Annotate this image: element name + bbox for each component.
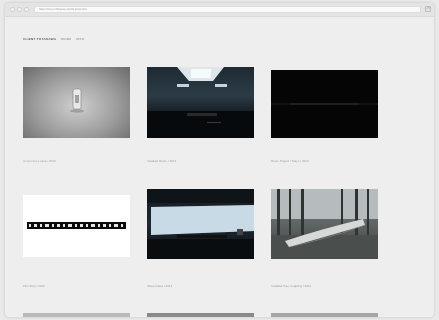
work-caption-6: Installed Tree / Lighting / 2012 bbox=[271, 284, 312, 288]
glass-object-image bbox=[70, 88, 84, 113]
browser-window: https://ssu-ichikawa-studio.jp/works/ CL… bbox=[4, 2, 435, 318]
work-thumbnail-3[interactable] bbox=[271, 70, 378, 138]
dark-horizon-image bbox=[271, 103, 378, 105]
work-thumbnail-9-partial[interactable] bbox=[271, 313, 378, 317]
gallery-room-image bbox=[147, 67, 254, 138]
nav-link-work[interactable]: WORK bbox=[61, 37, 72, 41]
work-caption-2: Installed Room / 2013 bbox=[147, 159, 177, 163]
address-bar[interactable]: https://ssu-ichikawa-studio.jp/works/ bbox=[34, 6, 421, 13]
work-thumbnail-6[interactable] bbox=[271, 189, 378, 259]
work-thumbnail-5[interactable] bbox=[147, 189, 254, 259]
work-caption-4: Film Strip / 2012 bbox=[23, 284, 45, 288]
site-brand[interactable]: CLIENT TOYAKAWA bbox=[23, 37, 56, 41]
address-bar-url: https://ssu-ichikawa-studio.jp/works/ bbox=[39, 7, 87, 11]
wave-installation-image bbox=[147, 189, 254, 259]
browser-toolbar: https://ssu-ichikawa-studio.jp/works/ bbox=[5, 3, 434, 17]
work-caption-1: A room for a vase / 2013 bbox=[23, 159, 56, 163]
work-caption-3: Room Project / Tokyo / 2013 bbox=[271, 159, 309, 163]
work-thumbnail-8-partial[interactable] bbox=[147, 313, 254, 317]
close-window-dot[interactable] bbox=[10, 7, 15, 12]
work-thumbnail-7-partial[interactable] bbox=[23, 313, 130, 317]
nav-link-info[interactable]: INFO bbox=[76, 37, 84, 41]
minimize-window-dot[interactable] bbox=[17, 7, 22, 12]
maximize-window-dot[interactable] bbox=[24, 7, 29, 12]
work-thumbnail-4[interactable] bbox=[23, 195, 130, 257]
work-caption-5: Wave Glass / 2012 bbox=[147, 284, 173, 288]
forest-sculpture-image bbox=[271, 189, 378, 259]
work-thumbnail-1[interactable] bbox=[23, 67, 130, 138]
film-strip-image bbox=[27, 222, 126, 229]
share-icon[interactable] bbox=[425, 6, 431, 12]
work-thumbnail-2[interactable] bbox=[147, 67, 254, 138]
